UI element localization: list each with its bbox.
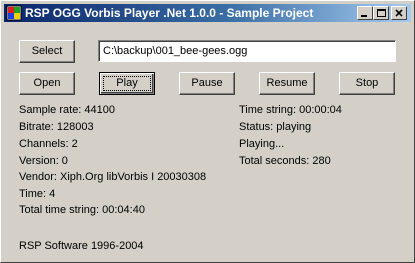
playing-label: Playing... — [239, 138, 285, 150]
select-button[interactable]: Select — [19, 40, 75, 63]
close-icon — [395, 9, 403, 17]
select-button-label: Select — [31, 45, 63, 57]
total-seconds-label: Total seconds: 280 — [239, 155, 331, 167]
app-window: RSP OGG Vorbis Player .Net 1.0.0 - Sampl… — [0, 0, 415, 263]
status-label: Status: playing — [239, 121, 312, 133]
title-bar[interactable]: RSP OGG Vorbis Player .Net 1.0.0 - Sampl… — [4, 4, 411, 22]
pause-button[interactable]: Pause — [179, 72, 235, 95]
stop-button[interactable]: Stop — [339, 72, 395, 95]
close-button[interactable] — [391, 6, 407, 20]
version-label: Version: 0 — [19, 155, 68, 167]
time-string-label: Time string: 00:00:04 — [239, 104, 342, 116]
vendor-label: Vendor: Xiph.Org libVorbis I 20030308 — [19, 171, 207, 183]
channels-label: Channels: 2 — [19, 138, 78, 150]
file-path-field[interactable]: C:\backup\001_bee-gees.ogg — [98, 40, 396, 62]
play-button[interactable]: Play — [99, 72, 155, 95]
maximize-button[interactable] — [373, 6, 389, 20]
maximize-icon — [377, 9, 386, 17]
sample-rate-label: Sample rate: 44100 — [19, 104, 116, 116]
open-button-label: Open — [33, 77, 61, 89]
copyright-label: RSP Software 1996-2004 — [19, 240, 144, 252]
stop-button-label: Stop — [355, 77, 379, 89]
minimize-icon — [361, 15, 367, 17]
total-time-string-label: Total time string: 00:04:40 — [19, 204, 145, 216]
pause-button-label: Pause — [191, 77, 223, 89]
resume-button[interactable]: Resume — [259, 72, 315, 95]
play-button-label: Play — [116, 77, 138, 89]
app-icon — [6, 5, 22, 21]
open-button[interactable]: Open — [19, 72, 75, 95]
time-label: Time: 4 — [19, 188, 56, 200]
window-title: RSP OGG Vorbis Player .Net 1.0.0 - Sampl… — [25, 6, 314, 20]
bitrate-label: Bitrate: 128003 — [19, 121, 94, 133]
minimize-button[interactable] — [357, 6, 373, 20]
resume-button-label: Resume — [266, 77, 308, 89]
